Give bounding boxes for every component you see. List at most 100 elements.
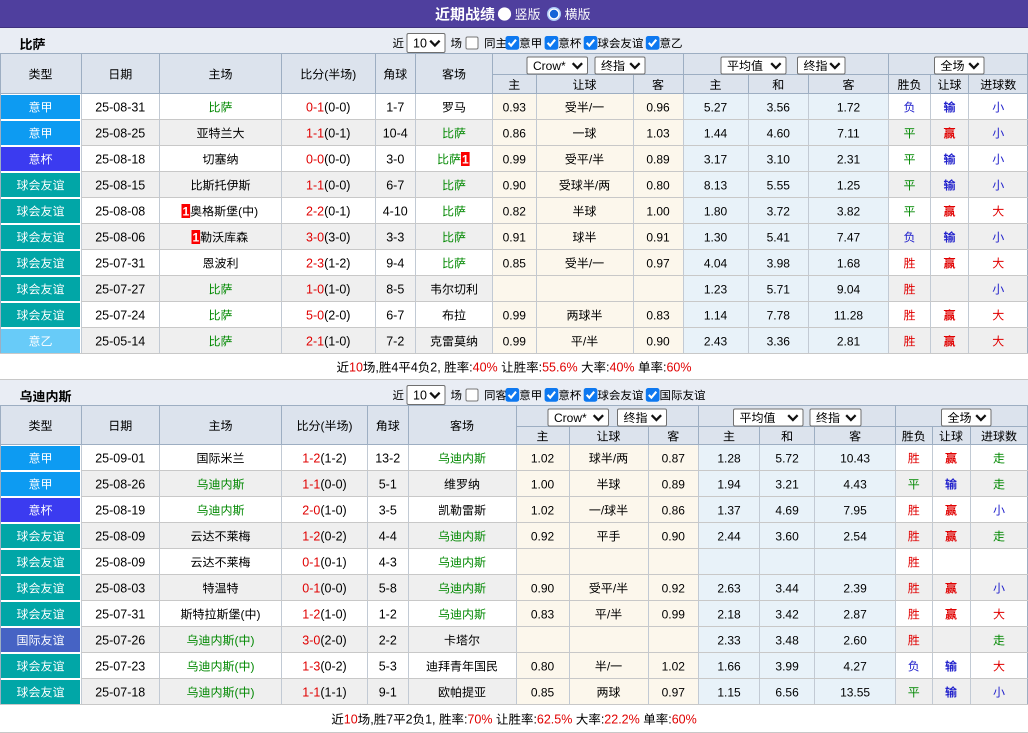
svg-text:2: 2 xyxy=(406,713,413,727)
svg-text:3.56: 3.56 xyxy=(767,100,791,114)
svg-text:(1-0): (1-0) xyxy=(324,335,350,349)
svg-text:3.44: 3.44 xyxy=(775,581,799,595)
svg-text:13.55: 13.55 xyxy=(840,685,870,699)
svg-text:0.96: 0.96 xyxy=(646,100,670,114)
svg-text:0.97: 0.97 xyxy=(662,685,686,699)
svg-text:40%: 40% xyxy=(473,361,498,375)
svg-text:3-0: 3-0 xyxy=(306,231,324,245)
svg-text:1.02: 1.02 xyxy=(531,503,555,517)
svg-text:(0-0): (0-0) xyxy=(324,153,350,167)
svg-text:(1-2): (1-2) xyxy=(324,257,350,271)
svg-text:3.48: 3.48 xyxy=(775,633,799,647)
svg-text:6.56: 6.56 xyxy=(775,685,799,699)
svg-text:0.86: 0.86 xyxy=(662,503,686,517)
svg-text:7.47: 7.47 xyxy=(837,230,861,244)
svg-text:0.99: 0.99 xyxy=(503,334,527,348)
svg-text:3.82: 3.82 xyxy=(837,204,861,218)
svg-text:1.14: 1.14 xyxy=(704,308,728,322)
svg-text:1,: 1, xyxy=(425,713,435,727)
svg-text:0.90: 0.90 xyxy=(646,334,670,348)
svg-text:2.31: 2.31 xyxy=(837,152,861,166)
svg-text:0.99: 0.99 xyxy=(662,607,686,621)
svg-text:25-07-18: 25-07-18 xyxy=(95,686,145,700)
svg-text:2-3: 2-3 xyxy=(306,257,324,271)
svg-text:25-08-09: 25-08-09 xyxy=(95,556,145,570)
svg-text:1-1: 1-1 xyxy=(302,478,320,492)
svg-text:0.86: 0.86 xyxy=(503,126,527,140)
svg-text:4: 4 xyxy=(411,361,418,375)
svg-text:0-1: 0-1 xyxy=(302,556,320,570)
svg-text:1.15: 1.15 xyxy=(717,685,741,699)
svg-text:2.63: 2.63 xyxy=(717,581,741,595)
svg-text:9-1: 9-1 xyxy=(379,686,397,700)
svg-text:55.6%: 55.6% xyxy=(542,361,577,375)
svg-text:0.89: 0.89 xyxy=(662,477,686,491)
svg-text:10-4: 10-4 xyxy=(383,127,408,141)
svg-text:(: ( xyxy=(235,659,239,673)
svg-text:25-08-09: 25-08-09 xyxy=(95,530,145,544)
svg-text:(1-2): (1-2) xyxy=(320,452,346,466)
svg-text:1.00: 1.00 xyxy=(646,204,670,218)
svg-text:25-07-23: 25-07-23 xyxy=(95,660,145,674)
svg-text:0.99: 0.99 xyxy=(503,152,527,166)
svg-text:(1-0): (1-0) xyxy=(324,283,350,297)
svg-text:(: ( xyxy=(235,685,239,699)
svg-text:1.02: 1.02 xyxy=(662,659,686,673)
svg-text:(: ( xyxy=(324,67,328,81)
svg-text:): ) xyxy=(251,633,255,647)
svg-text:0-0: 0-0 xyxy=(306,153,324,167)
svg-text:4.04: 4.04 xyxy=(704,256,728,270)
svg-text:8.13: 8.13 xyxy=(704,178,728,192)
svg-text:1.25: 1.25 xyxy=(837,178,861,192)
svg-text:0-1: 0-1 xyxy=(306,101,324,115)
svg-text:5-8: 5-8 xyxy=(379,582,397,596)
svg-text:3.99: 3.99 xyxy=(775,659,799,673)
svg-text:62.5%: 62.5% xyxy=(537,713,572,727)
svg-text:(: ( xyxy=(238,204,242,218)
svg-text:11.28: 11.28 xyxy=(834,308,863,322)
svg-text:25-08-15: 25-08-15 xyxy=(95,179,145,193)
svg-text:(1-0): (1-0) xyxy=(320,608,346,622)
svg-text:9-4: 9-4 xyxy=(386,257,404,271)
svg-text:0.89: 0.89 xyxy=(646,152,670,166)
svg-text:1-2: 1-2 xyxy=(302,530,320,544)
svg-text:(0-2): (0-2) xyxy=(320,530,346,544)
svg-text:7.11: 7.11 xyxy=(837,126,860,140)
svg-text:1.30: 1.30 xyxy=(704,230,728,244)
svg-text:3.10: 3.10 xyxy=(767,152,791,166)
svg-text:3.42: 3.42 xyxy=(775,607,799,621)
svg-text:25-08-25: 25-08-25 xyxy=(95,127,145,141)
svg-text:5.27: 5.27 xyxy=(704,100,728,114)
svg-text:0.85: 0.85 xyxy=(531,685,555,699)
svg-text:0.80: 0.80 xyxy=(531,659,555,673)
svg-text:2.43: 2.43 xyxy=(704,334,728,348)
svg-text:25-08-26: 25-08-26 xyxy=(95,478,145,492)
svg-text:5.55: 5.55 xyxy=(767,178,791,192)
svg-text:60%: 60% xyxy=(666,361,691,375)
svg-text:25-08-31: 25-08-31 xyxy=(95,101,145,115)
svg-text:6-7: 6-7 xyxy=(386,309,404,323)
svg-text:13-2: 13-2 xyxy=(375,452,400,466)
svg-text:(0-2): (0-2) xyxy=(320,660,346,674)
svg-text:Crow*: Crow* xyxy=(554,411,587,425)
svg-text:1.68: 1.68 xyxy=(837,256,861,270)
svg-text:1-2: 1-2 xyxy=(302,608,320,622)
svg-text:2.33: 2.33 xyxy=(717,633,741,647)
svg-text:5-0: 5-0 xyxy=(306,309,324,323)
svg-text:10: 10 xyxy=(349,361,363,375)
svg-text:(: ( xyxy=(241,607,245,621)
svg-text:1.80: 1.80 xyxy=(704,204,728,218)
svg-text:1.94: 1.94 xyxy=(717,477,741,491)
svg-text:): ) xyxy=(251,659,255,673)
svg-text:(2-0): (2-0) xyxy=(320,634,346,648)
svg-text:8-5: 8-5 xyxy=(386,283,404,297)
svg-text:3-0: 3-0 xyxy=(302,634,320,648)
svg-text:10: 10 xyxy=(344,713,358,727)
svg-text:,: , xyxy=(370,713,373,727)
svg-text:0.92: 0.92 xyxy=(531,529,555,543)
svg-text:10.43: 10.43 xyxy=(840,451,870,465)
svg-text:5-3: 5-3 xyxy=(379,660,397,674)
svg-text:3.72: 3.72 xyxy=(767,204,791,218)
svg-text:(0-0): (0-0) xyxy=(324,179,350,193)
svg-text:1.03: 1.03 xyxy=(646,126,670,140)
